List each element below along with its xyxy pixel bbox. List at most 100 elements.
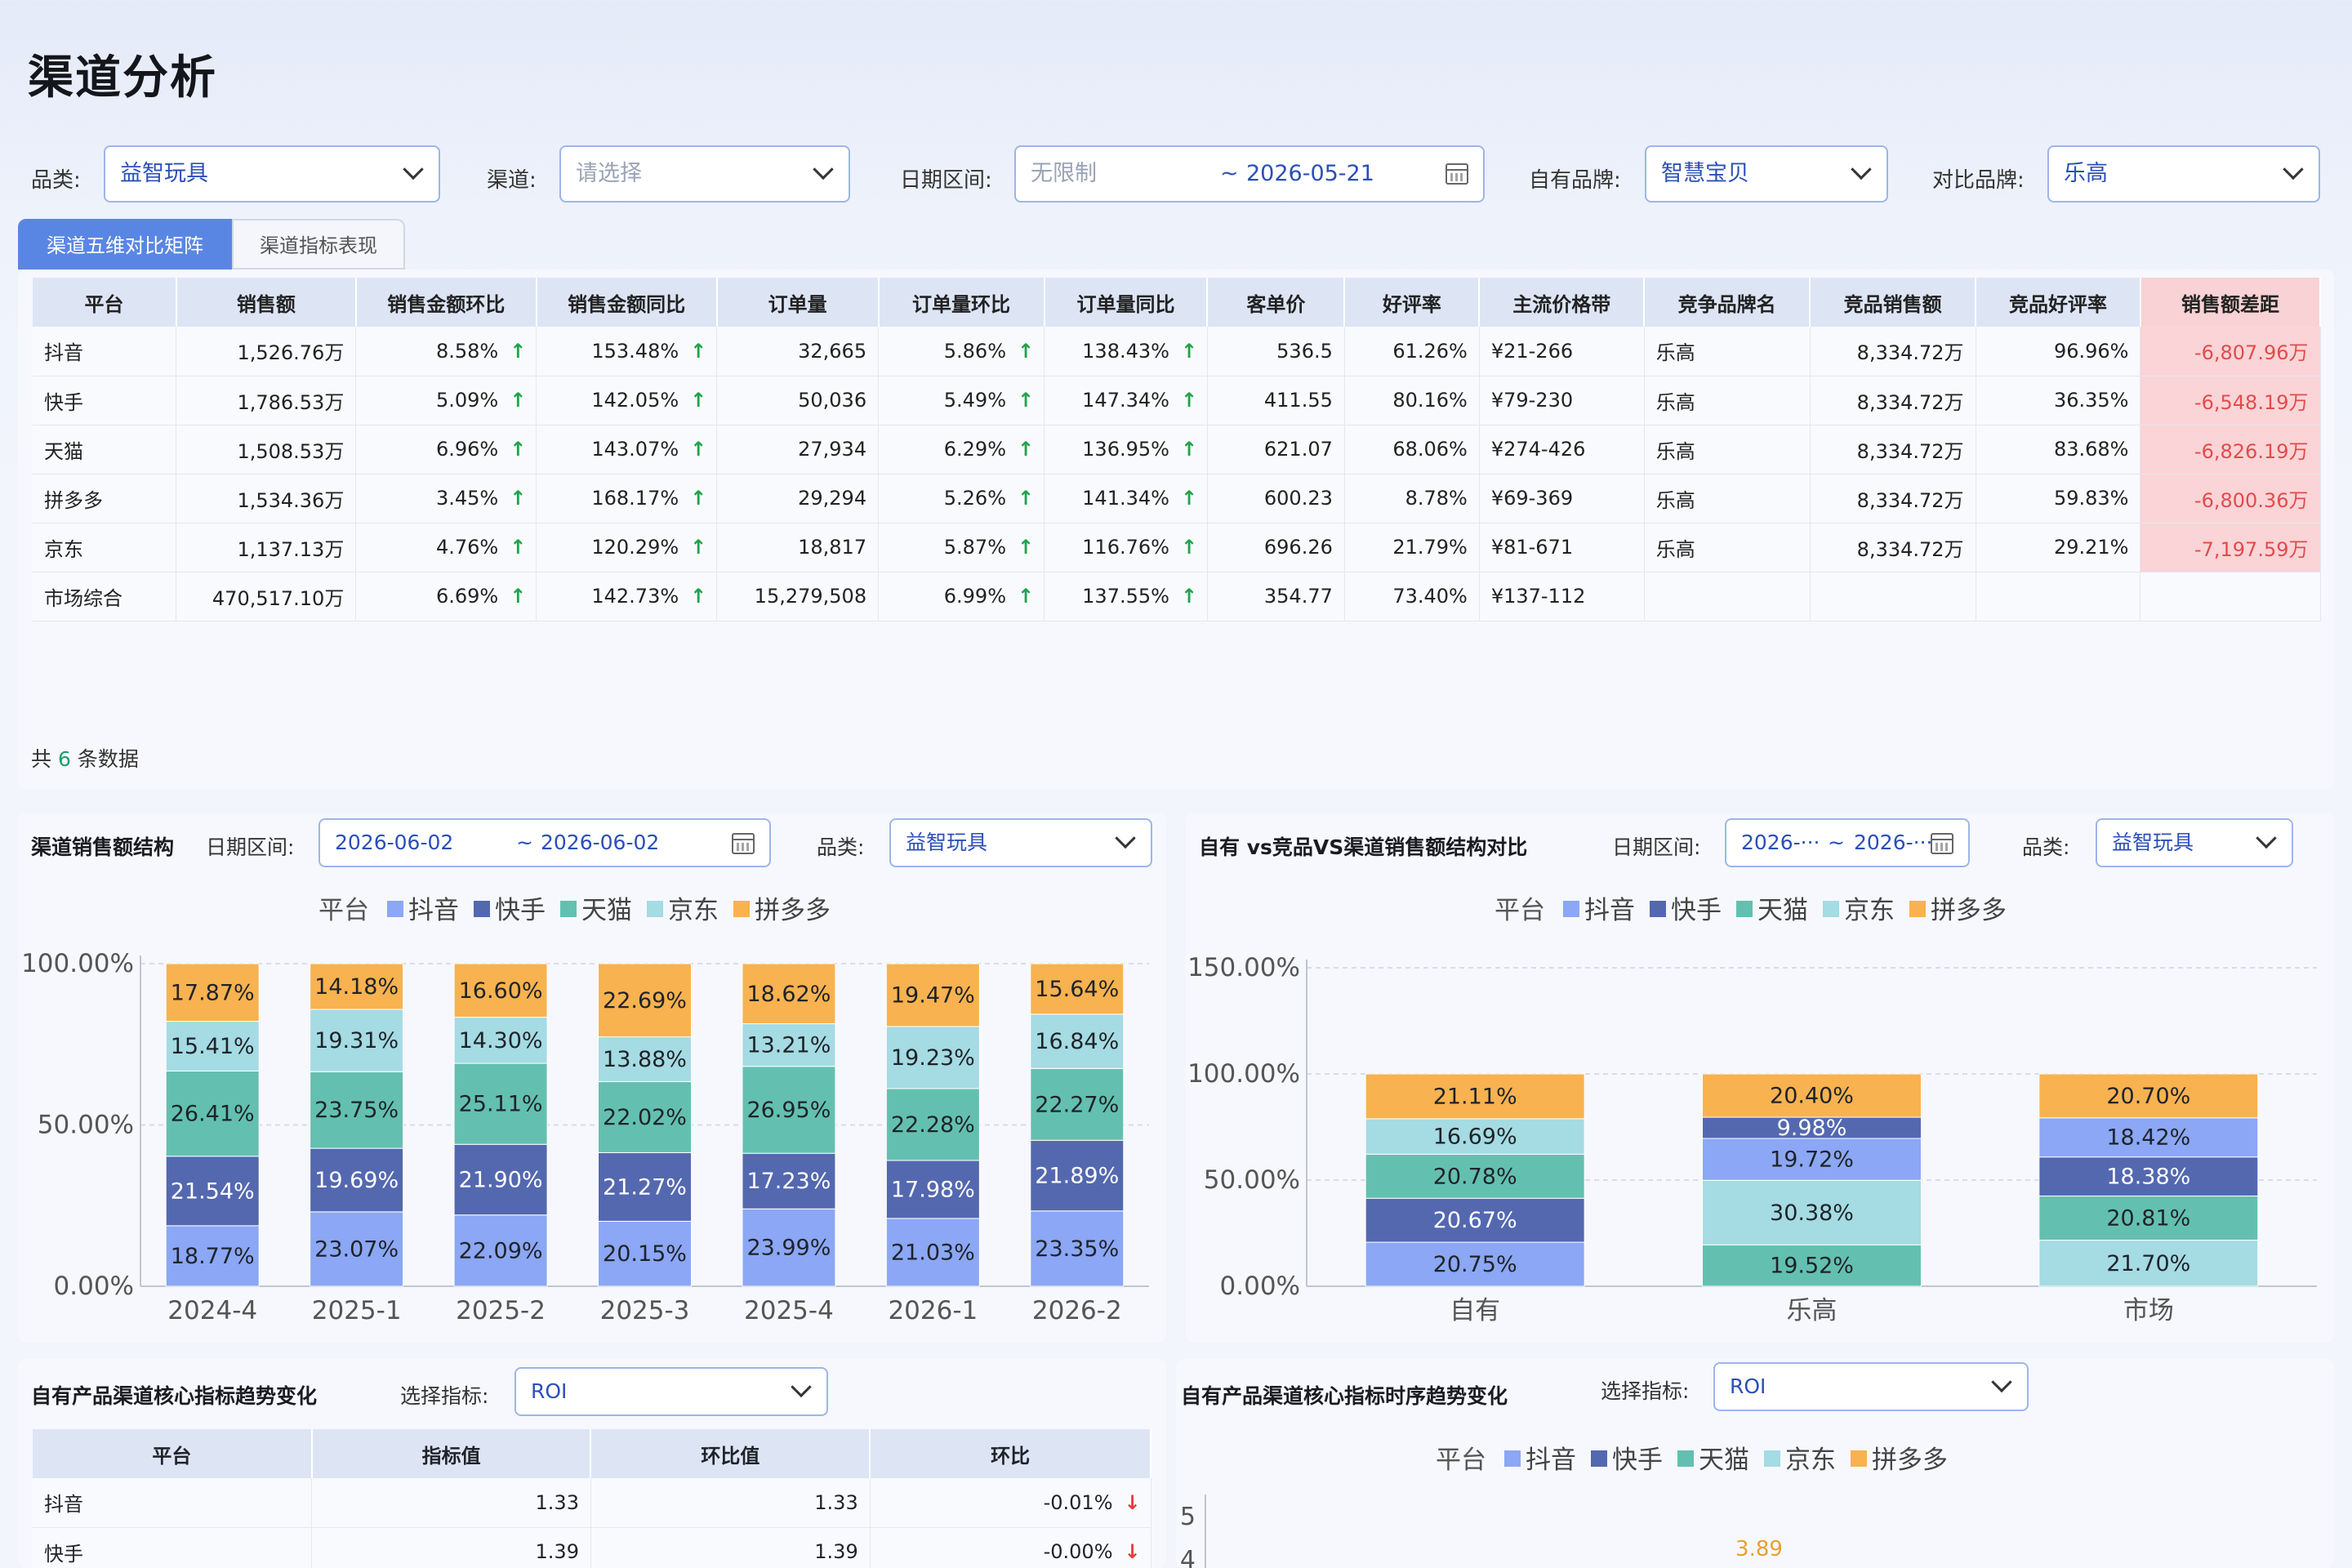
matrix-cell-value: 96.96% — [2053, 339, 2129, 363]
matrix-cell: 600.23 — [1207, 474, 1345, 523]
legend-title: 平台 — [1494, 896, 1545, 925]
matrix-cell: -6,807.96万 — [2140, 327, 2321, 376]
matrix-cell: 8.58% ↑ — [355, 327, 537, 376]
chevron-down-icon — [403, 158, 424, 180]
matrix-cell: 8,334.72万 — [1810, 523, 1976, 572]
data-label: 16.69% — [1433, 1125, 1517, 1150]
matrix-header: 竞品好评率 — [1976, 278, 2141, 327]
legend-item-3: 京东 — [668, 896, 719, 925]
matrix-cell: 142.05% ↑ — [536, 376, 718, 425]
metric-cell: 1.39 — [311, 1527, 591, 1568]
data-label: 15.41% — [171, 1034, 255, 1059]
matrix-cell-value: 27,934 — [798, 438, 867, 461]
footer-suffix: 条数据 — [77, 747, 139, 771]
calendar-icon[interactable] — [1446, 163, 1468, 185]
data-label: 22.27% — [1035, 1092, 1119, 1117]
legend-item-1: 快手 — [1671, 896, 1722, 925]
data-label: 25.11% — [459, 1092, 543, 1117]
tab-channel-matrix[interactable]: 渠道五维对比矩阵 — [18, 219, 232, 270]
tab-channel-metrics[interactable]: 渠道指标表现 — [232, 219, 405, 270]
matrix-cell: 80.16% — [1344, 376, 1480, 425]
x-tick-label: 2025-1 — [312, 1296, 402, 1325]
data-label: 22.28% — [891, 1112, 975, 1138]
category-select[interactable]: 益智玩具 — [104, 145, 440, 203]
y-tick-label: 0.00% — [1220, 1272, 1300, 1301]
matrix-cell-value: 抖音 — [44, 341, 83, 365]
y-tick-label: 100.00% — [21, 949, 134, 978]
data-label: 20.75% — [1433, 1252, 1517, 1277]
matrix-cell-value: 600.23 — [1263, 487, 1333, 510]
matrix-cell: 32,665 — [716, 327, 880, 376]
matrix-cell-value: 138.43% — [1082, 339, 1169, 363]
table-row: 拼多多 1,534.36万 3.45% ↑ 168.17% ↑ 29,294 5.26% ↑ 14… — [33, 474, 2321, 523]
matrix-cell: 83.68% — [1976, 425, 2141, 474]
calendar-icon[interactable] — [732, 833, 755, 854]
data-label: 19.31% — [314, 1028, 399, 1054]
core-metric-table: 平台 指标值 环比值 环比 抖音 1.33 1.33 -0.01% ↓ 快手 1.… — [33, 1429, 1152, 1568]
matrix-cell-value: 5.49% — [943, 389, 1006, 412]
panel4-metric-select[interactable]: ROI — [1713, 1362, 2029, 1411]
arrow-down-icon: ↓ — [1124, 1540, 1141, 1563]
legend-swatch-2 — [1677, 1450, 1694, 1467]
panel2-date-picker[interactable]: 2026-··· ~ 2026-··· — [1725, 818, 1970, 867]
matrix-cell: 6.29% ↑ — [878, 425, 1045, 474]
matrix-header: 订单量同比 — [1044, 278, 1209, 327]
panel3-title: 自有产品渠道核心指标趋势变化 — [31, 1384, 318, 1408]
matrix-cell: 天猫 — [33, 425, 177, 474]
legend-swatch-4 — [1909, 901, 1926, 917]
panel2-category-label: 品类: — [2022, 835, 2070, 859]
data-label: 18.42% — [2106, 1125, 2190, 1151]
date-range-picker[interactable]: 无限制 ~ 2026-05-21 — [1014, 145, 1485, 203]
matrix-cell-value: 1,137.13万 — [237, 537, 345, 561]
chevron-down-icon — [1115, 827, 1136, 849]
matrix-header: 销售金额同比 — [536, 278, 718, 327]
matrix-cell-value: 32,665 — [798, 339, 867, 363]
channel-select[interactable]: 请选择 — [559, 145, 850, 203]
data-label: 17.23% — [746, 1169, 831, 1194]
data-label: 19.72% — [1770, 1147, 1854, 1173]
matrix-cell: 5.09% ↑ — [355, 376, 537, 425]
matrix-cell-value: ¥274-426 — [1490, 438, 1586, 461]
matrix-cell: 8.78% — [1344, 474, 1480, 523]
y-tick-label: 150.00% — [1187, 953, 1300, 982]
matrix-cell: 15,279,508 — [716, 572, 880, 621]
matrix-cell-value: -6,807.96万 — [2194, 341, 2309, 365]
matrix-cell-value: 59.83% — [2053, 487, 2129, 510]
y-tick-label: 4 — [1180, 1546, 1196, 1568]
panel4-title: 自有产品渠道核心指标时序趋势变化 — [1181, 1384, 1508, 1408]
legend-swatch-1 — [1650, 901, 1666, 917]
matrix-cell: 抖音 — [33, 327, 177, 376]
table-row: 京东 1,137.13万 4.76% ↑ 120.29% ↑ 18,817 5.87% ↑ 116… — [33, 523, 2321, 572]
panel1-date-picker[interactable]: 2026-06-02 ~ 2026-06-02 — [318, 818, 771, 867]
arrow-up-icon: ↑ — [510, 389, 527, 412]
table-row: 抖音 1,526.76万 8.58% ↑ 153.48% ↑ 32,665 5.86% ↑ 138… — [33, 327, 2321, 376]
data-label: 21.89% — [1035, 1164, 1119, 1189]
legend-item-1: 快手 — [495, 896, 546, 925]
matrix-cell-value: 6.69% — [435, 585, 499, 608]
panel1-category-select[interactable]: 益智玩具 — [889, 818, 1152, 867]
panel2-category-select[interactable]: 益智玩具 — [2096, 818, 2293, 867]
matrix-cell: 拼多多 — [33, 474, 177, 523]
matrix-cell: 354.77 — [1207, 572, 1345, 621]
legend-swatch-4 — [1851, 1450, 1867, 1467]
compare-brand-select[interactable]: 乐高 — [2047, 145, 2320, 203]
matrix-cell-value: 1,786.53万 — [237, 390, 345, 414]
own-brand-select[interactable]: 智慧宝贝 — [1645, 145, 1888, 203]
matrix-cell: 5.26% ↑ — [878, 474, 1045, 523]
matrix-cell: 8,334.72万 — [1810, 425, 1976, 474]
matrix-cell: 137.55% ↑ — [1044, 572, 1208, 621]
matrix-cell-value: 市场综合 — [44, 586, 122, 610]
panel3-metric-select[interactable]: ROI — [514, 1367, 828, 1416]
matrix-cell: 6.69% ↑ — [355, 572, 537, 621]
matrix-cell: 5.49% ↑ — [878, 376, 1045, 425]
calendar-icon[interactable] — [1931, 833, 1953, 854]
matrix-cell: 696.26 — [1207, 523, 1345, 572]
legend-swatch-3 — [1764, 1450, 1780, 1467]
matrix-cell-value: 68.06% — [1392, 438, 1468, 461]
panel1-date-start: 2026-06-02 — [335, 831, 454, 854]
matrix-cell: 1,137.13万 — [176, 523, 357, 572]
matrix-cell-value: 8,334.72万 — [1856, 439, 1964, 463]
arrow-up-icon: ↑ — [1180, 585, 1198, 608]
legend-item-2: 天猫 — [1757, 896, 1808, 925]
data-label: 15.64% — [1035, 977, 1119, 1002]
